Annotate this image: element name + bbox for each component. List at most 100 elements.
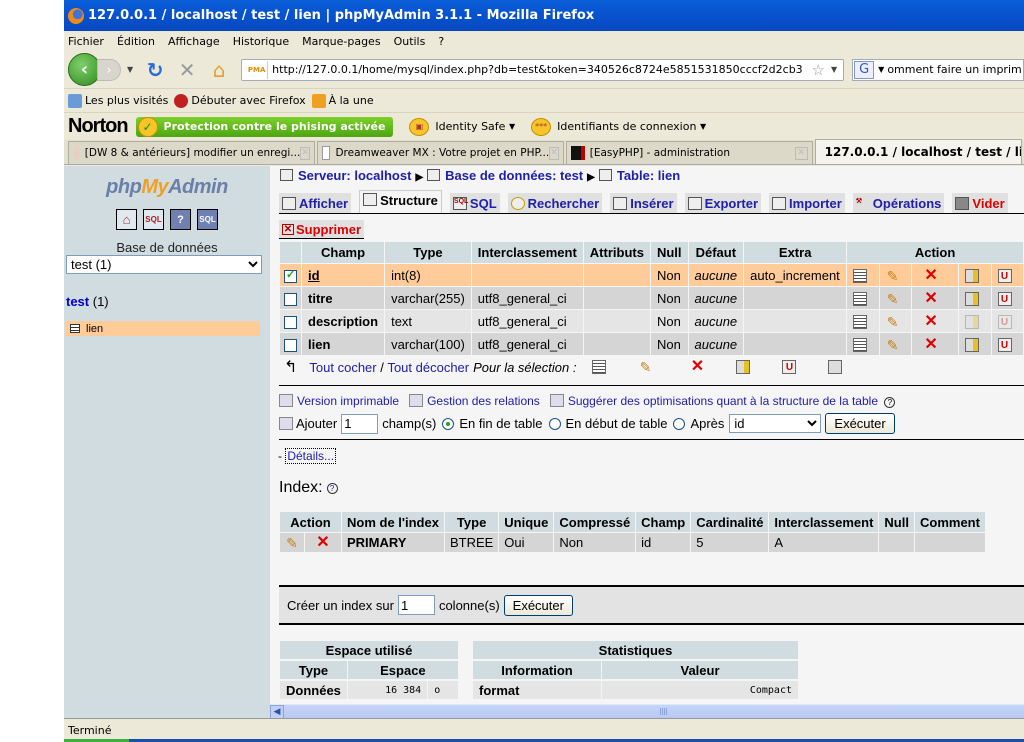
tab-structure[interactable]: Structure xyxy=(359,190,442,213)
menu-outils[interactable]: Outils xyxy=(394,35,426,48)
scroll-thumb-grip[interactable] xyxy=(660,708,668,715)
row-checkbox[interactable] xyxy=(284,315,297,329)
create-index-execute-button[interactable]: Exécuter xyxy=(503,594,573,616)
check-all-link[interactable]: Tout cocher xyxy=(309,360,376,375)
edit-field-icon[interactable]: ✎ xyxy=(886,292,900,306)
radio-after-field[interactable] xyxy=(673,417,686,430)
drop-field-icon[interactable]: ✕ xyxy=(924,267,938,283)
drop-field-icon[interactable]: ✕ xyxy=(924,313,938,329)
close-tab-icon[interactable]: ✕ xyxy=(300,146,310,160)
drop-field-icon[interactable]: ✕ xyxy=(924,336,938,352)
bulk-unique-icon[interactable]: U xyxy=(782,360,797,374)
bulk-primary-icon[interactable] xyxy=(736,360,751,374)
tab-sql[interactable]: SQL SQL xyxy=(449,193,500,213)
database-select[interactable]: test (1) xyxy=(66,255,262,274)
menu-fichier[interactable]: Fichier xyxy=(68,35,104,48)
browse-distinct-icon[interactable] xyxy=(853,291,868,306)
bulk-edit-icon[interactable]: ✎ xyxy=(638,360,652,374)
row-checkbox[interactable] xyxy=(284,292,297,306)
create-index-count-input[interactable] xyxy=(397,595,435,615)
close-tab-icon[interactable]: ✕ xyxy=(549,146,559,160)
bookmark-latest-headlines[interactable]: À la une xyxy=(311,93,374,108)
edit-field-icon[interactable]: ✎ xyxy=(886,269,900,283)
after-field-select[interactable]: id xyxy=(729,414,822,433)
tab-afficher[interactable]: Afficher xyxy=(279,193,352,213)
browse-distinct-icon[interactable] xyxy=(853,268,868,283)
database-link[interactable]: test (1) xyxy=(66,294,270,309)
scroll-left-icon[interactable]: ◀ xyxy=(270,705,284,719)
browse-distinct-icon[interactable] xyxy=(853,314,868,329)
sql-docs-icon[interactable]: SQL xyxy=(197,209,218,230)
home-icon[interactable]: ⌂ xyxy=(206,58,232,82)
phishing-protection-badge[interactable]: ✓ Protection contre le phising activée xyxy=(135,116,394,137)
menu-help[interactable]: ? xyxy=(438,35,444,48)
google-icon[interactable]: G xyxy=(854,60,875,79)
tab-dw8[interactable]: [DW 8 & antérieurs] modifier un enregi..… xyxy=(68,141,315,164)
radio-start-of-table[interactable] xyxy=(548,417,561,430)
edit-field-icon[interactable]: ✎ xyxy=(886,315,900,329)
primary-key-icon[interactable] xyxy=(965,291,980,306)
logins-button[interactable]: *** Identifiants de connexion ▼ xyxy=(531,117,706,136)
menu-historique[interactable]: Historique xyxy=(233,35,289,48)
reload-icon[interactable]: ↻ xyxy=(142,58,168,82)
row-checkbox[interactable] xyxy=(284,338,297,352)
horizontal-scrollbar[interactable]: ◀ xyxy=(270,704,1024,719)
primary-key-icon[interactable] xyxy=(965,314,980,329)
print-view-link[interactable]: Version imprimable xyxy=(297,394,399,408)
url-dropdown-icon[interactable]: ▼ xyxy=(831,65,837,74)
tab-vider[interactable]: Vider xyxy=(952,193,1008,213)
unique-icon[interactable]: U xyxy=(997,337,1012,352)
breadcrumb-server[interactable]: Serveur: localhost xyxy=(298,168,411,183)
menu-marque-pages[interactable]: Marque-pages xyxy=(302,35,380,48)
identity-safe-button[interactable]: ▣ Identity Safe ▼ xyxy=(409,117,515,136)
search-engine-dropdown-icon[interactable]: ▼ xyxy=(878,65,884,74)
bulk-drop-icon[interactable]: ✕ xyxy=(690,359,704,375)
close-tab-icon[interactable]: ✕ xyxy=(794,146,808,160)
unique-icon[interactable]: U xyxy=(997,291,1012,306)
bookmark-most-visited[interactable]: Les plus visités xyxy=(68,93,168,108)
bookmark-getting-started[interactable]: Débuter avec Firefox xyxy=(174,93,306,108)
browse-distinct-icon[interactable] xyxy=(853,337,868,352)
tab-rechercher[interactable]: Rechercher xyxy=(507,193,603,213)
history-dropdown-icon[interactable]: ▼ xyxy=(127,65,133,74)
stop-icon[interactable]: ✕ xyxy=(174,58,200,82)
edit-index-icon[interactable]: ✎ xyxy=(285,536,299,550)
search-input[interactable]: omment faire un imprim xyxy=(887,63,1021,76)
unique-icon[interactable]: U xyxy=(997,268,1012,283)
tab-importer[interactable]: Importer xyxy=(769,193,845,213)
tab-easyphp[interactable]: [EasyPHP] - administration ✕ xyxy=(565,141,813,164)
primary-key-icon[interactable] xyxy=(965,337,980,352)
tab-operations[interactable]: ⚒ Opérations xyxy=(852,193,945,213)
tab-dreamweaver[interactable]: Dreamweaver MX : Votre projet en PHP... … xyxy=(316,141,564,164)
phpmyadmin-logo[interactable]: phpMyAdmin xyxy=(64,176,270,199)
home-icon[interactable]: ⌂ xyxy=(116,209,137,230)
optimize-link[interactable]: Suggérer des optimisations quant à la st… xyxy=(568,394,878,408)
forward-button[interactable]: › xyxy=(97,58,121,81)
sql-query-icon[interactable]: SQL xyxy=(143,209,164,230)
menu-edition[interactable]: Édition xyxy=(117,35,155,48)
help-icon[interactable]: ? xyxy=(170,209,191,230)
bookmark-star-icon[interactable]: ☆ xyxy=(812,61,825,79)
bulk-browse-icon[interactable] xyxy=(592,360,607,374)
sidebar-table-lien[interactable]: lien xyxy=(66,321,260,336)
edit-field-icon[interactable]: ✎ xyxy=(886,338,900,352)
help-icon[interactable]: ? xyxy=(884,397,896,408)
tab-supprimer[interactable]: ✕ Supprimer xyxy=(279,220,365,239)
primary-key-icon[interactable] xyxy=(965,268,980,283)
url-text[interactable]: http://127.0.0.1/home/mysql/index.php?db… xyxy=(272,63,811,76)
radio-end-of-table[interactable] xyxy=(442,417,455,430)
search-box[interactable]: G ▼ omment faire un imprim xyxy=(852,58,1024,81)
drop-field-icon[interactable]: ✕ xyxy=(924,290,938,306)
tab-inserer[interactable]: Insérer xyxy=(610,193,677,213)
address-bar[interactable]: PMA http://127.0.0.1/home/mysql/index.ph… xyxy=(241,58,845,81)
breadcrumb-database[interactable]: Base de données: test xyxy=(445,168,583,183)
tab-exporter[interactable]: Exporter xyxy=(684,193,762,213)
add-field-execute-button[interactable]: Exécuter xyxy=(825,413,895,434)
drop-index-icon[interactable]: ✕ xyxy=(316,535,330,551)
unique-icon[interactable]: U xyxy=(997,314,1012,329)
breadcrumb-table[interactable]: Table: lien xyxy=(617,168,680,183)
bulk-fulltext-icon[interactable] xyxy=(828,360,843,374)
uncheck-all-link[interactable]: Tout décocher xyxy=(387,360,469,375)
help-icon[interactable]: ? xyxy=(326,483,338,494)
details-link[interactable]: Détails... xyxy=(285,448,337,464)
